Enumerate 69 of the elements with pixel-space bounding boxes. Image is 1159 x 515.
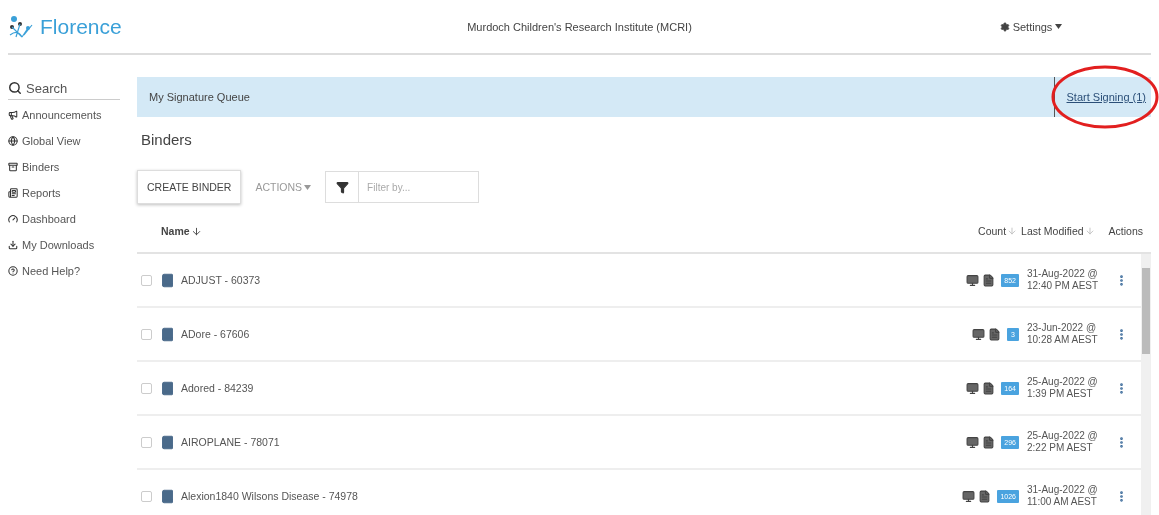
sidebar-item[interactable]: Reports (8, 180, 120, 206)
column-header[interactable]: Last Modified (1021, 225, 1095, 237)
archive-icon (8, 162, 18, 172)
modified-date: 25-Aug-2022 @ (1027, 376, 1099, 388)
row-checkbox[interactable] (141, 490, 152, 502)
monitor-icon (966, 273, 980, 287)
sort-icon (190, 225, 202, 237)
globe-icon (8, 136, 18, 146)
modified-time: 12:40 PM AEST (1027, 280, 1100, 292)
document-icon (982, 273, 996, 287)
document-icon (982, 381, 996, 395)
binder-name[interactable]: Adored - 84239 (181, 382, 967, 394)
monitor-icon (962, 489, 976, 503)
binder-name[interactable]: AIROPLANE - 78071 (181, 436, 967, 448)
modified-time: 11:00 AM AEST (1027, 496, 1098, 508)
row-checkbox[interactable] (141, 436, 152, 448)
search-icon (8, 81, 22, 95)
row-checkbox[interactable] (141, 328, 152, 340)
filter-icon (335, 180, 349, 194)
row-checkbox[interactable] (141, 382, 152, 394)
filter-field[interactable]: Filter by... (359, 171, 480, 203)
modified-date: 31-Aug-2022 @ (1027, 268, 1099, 280)
filter-button[interactable] (325, 171, 360, 203)
book-icon (160, 272, 175, 288)
modified-time: 10:28 AM AEST (1027, 334, 1099, 346)
book-icon (160, 488, 175, 504)
caret-icon (1055, 24, 1063, 29)
monitor-icon (966, 435, 980, 449)
book-icon (160, 326, 175, 342)
sidebar-item[interactable]: Binders (8, 154, 120, 180)
modified-date: 25-Aug-2022 @ (1027, 430, 1099, 442)
row-checkbox[interactable] (141, 274, 152, 286)
create-binder-button[interactable]: CREATE BINDER (137, 170, 242, 204)
book-icon (160, 434, 175, 450)
monitor-icon (966, 381, 980, 395)
modified-date: 23-Jun-2022 @ (1027, 322, 1098, 334)
sidebar-item[interactable]: Dashboard (8, 206, 120, 232)
download-icon (8, 240, 18, 250)
newspaper-icon (8, 188, 18, 198)
megaphone-icon (8, 110, 18, 120)
column-header[interactable]: Count (978, 225, 1018, 237)
book-icon (160, 380, 175, 396)
page-title: Binders (141, 131, 193, 148)
help-icon (8, 266, 18, 276)
binder-name[interactable]: Alexion1840 Wilsons Disease - 74978 (181, 490, 963, 502)
sidebar-item[interactable]: Need Help? (8, 258, 120, 284)
sidebar-item[interactable]: My Downloads (8, 232, 120, 258)
sidebar-item[interactable]: Announcements (8, 102, 120, 128)
banner-title: My Signature Queue (149, 91, 250, 103)
sidebar-item[interactable]: Global View (8, 128, 120, 154)
caret-icon (304, 184, 312, 190)
document-icon (988, 327, 1001, 341)
gauge-icon (8, 214, 18, 224)
sort-icon (1007, 226, 1018, 236)
modified-time: 1:39 PM AEST (1027, 388, 1094, 400)
modified-date: 31-Aug-2022 @ (1027, 484, 1099, 496)
document-icon (982, 435, 996, 449)
settings-icon (999, 21, 1010, 32)
column-header[interactable]: Name (161, 225, 979, 237)
organization-name: Murdoch Children's Research Institute (MCRI) (467, 20, 692, 33)
sort-icon (1084, 226, 1095, 236)
binder-name[interactable]: ADJUST - 60373 (181, 274, 967, 286)
document-icon (978, 489, 992, 503)
binder-name[interactable]: ADore - 67606 (181, 328, 972, 340)
modified-time: 2:22 PM AEST (1027, 442, 1094, 454)
monitor-icon (972, 327, 985, 341)
column-header: Actions (1108, 225, 1143, 237)
settings-menu[interactable]: Settings (851, 20, 1151, 33)
scrollbar[interactable] (1141, 254, 1151, 515)
